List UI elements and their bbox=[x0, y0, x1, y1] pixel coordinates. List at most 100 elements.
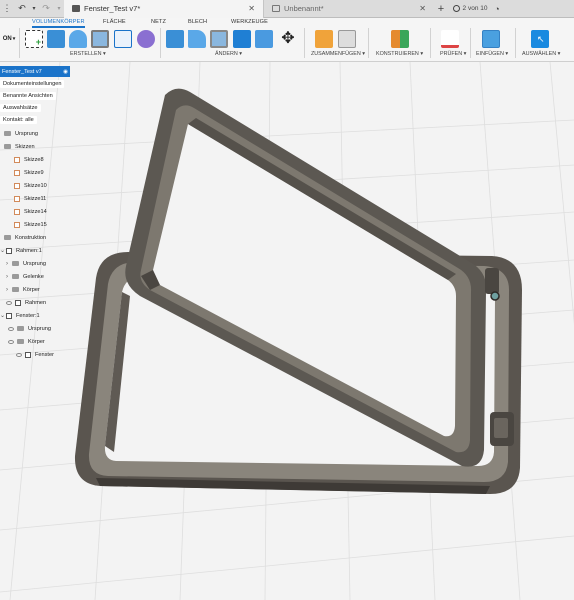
eye-icon[interactable] bbox=[8, 339, 14, 344]
tab-flaeche[interactable]: FLÄCHE bbox=[103, 19, 126, 25]
component-icon bbox=[6, 312, 12, 319]
folder-icon bbox=[17, 326, 24, 331]
browser-item-label: Rahmen bbox=[25, 299, 47, 306]
menu-icon[interactable]: ⋮ bbox=[0, 0, 14, 18]
browser-item-window-body[interactable]: Fenster bbox=[0, 349, 54, 360]
pattern-icon[interactable] bbox=[114, 30, 132, 48]
browser-item-frame-origin[interactable]: › Ursprung bbox=[0, 258, 46, 269]
browser-item-construction[interactable]: Konstruktion bbox=[0, 232, 46, 243]
browser-item-label: Körper bbox=[28, 338, 45, 345]
browser-item-label: Skizze15 bbox=[24, 221, 47, 228]
document-icon bbox=[72, 5, 80, 12]
document-count[interactable]: 2 von 10 bbox=[448, 0, 492, 18]
folder-icon bbox=[12, 274, 19, 279]
browser-item-label: Fenster:1 bbox=[16, 312, 40, 319]
group-inspect[interactable]: PRÜFEN ▾ bbox=[440, 51, 466, 57]
sketch-icon bbox=[14, 156, 20, 163]
folder-icon bbox=[12, 287, 19, 292]
fillet-icon[interactable] bbox=[188, 30, 206, 48]
tab-werkzeuge[interactable]: WERKZEUGE bbox=[231, 19, 268, 25]
press-pull-icon[interactable] bbox=[166, 30, 184, 48]
toolbar-ribbon: ON ▾ VOLUMENKÖRPER FLÄCHE NETZ BLECH WERK… bbox=[0, 18, 574, 62]
select-icon[interactable]: ↖ bbox=[531, 30, 549, 48]
workspace-switcher[interactable]: ON ▾ bbox=[0, 28, 18, 50]
tab-unbenannt[interactable]: Unbenannt* ✕ bbox=[264, 0, 434, 18]
notification-icon[interactable]: ◔ bbox=[492, 0, 502, 18]
eye-icon[interactable] bbox=[16, 352, 22, 357]
browser-item-contact[interactable]: Kontakt: alle bbox=[0, 115, 37, 124]
browser-item-window-bodies[interactable]: Körper bbox=[0, 336, 45, 347]
tab-label: Fenster_Test v7* bbox=[84, 4, 141, 13]
browser-item-selection-sets[interactable]: Auswahlsätze bbox=[0, 103, 41, 112]
extrude-icon[interactable] bbox=[47, 30, 65, 48]
browser-item-named-views[interactable]: Benannte Ansichten bbox=[0, 91, 56, 100]
move-icon[interactable]: ✥ bbox=[279, 30, 297, 48]
browser-item-window-origin[interactable]: Ursprung bbox=[0, 323, 51, 334]
clock-icon bbox=[452, 5, 460, 12]
browser-root[interactable]: Fenster_Test v7 ◉ bbox=[0, 66, 70, 77]
radio-icon[interactable]: ◉ bbox=[63, 69, 68, 75]
chevron-down-icon: ▾ bbox=[12, 36, 16, 42]
tab-volumenkoerper[interactable]: VOLUMENKÖRPER bbox=[32, 19, 85, 28]
sketch-icon bbox=[14, 182, 20, 189]
sketch-icon bbox=[14, 169, 20, 176]
browser-item-frame-component[interactable]: ⌄ Rahmen:1 bbox=[0, 245, 42, 256]
tab-label: Unbenannt* bbox=[284, 4, 324, 13]
browser-item-sketch10[interactable]: Skizze10 bbox=[0, 180, 47, 191]
browser-item-origin[interactable]: Ursprung bbox=[0, 128, 38, 139]
hinge-bottom[interactable] bbox=[490, 412, 514, 446]
create-sketch-icon[interactable]: + bbox=[25, 30, 43, 48]
browser-item-joints[interactable]: › Gelenke bbox=[0, 271, 44, 282]
browser-item-sketch14[interactable]: Skizze14 bbox=[0, 206, 47, 217]
undo-icon[interactable]: ↶ bbox=[14, 0, 30, 18]
browser-item-document-settings[interactable]: Dokumenteinstellungen bbox=[0, 79, 65, 88]
browser-item-label: Skizzen bbox=[15, 143, 35, 150]
close-icon[interactable]: ✕ bbox=[248, 4, 255, 13]
component-icon bbox=[6, 247, 12, 254]
browser-item-sketch9[interactable]: Skizze9 bbox=[0, 167, 44, 178]
browser-item-label: Skizze8 bbox=[24, 156, 44, 163]
browser-item-sketch8[interactable]: Skizze8 bbox=[0, 154, 44, 165]
form-icon[interactable] bbox=[137, 30, 155, 48]
eye-icon[interactable] bbox=[8, 326, 14, 331]
revolve-icon[interactable] bbox=[69, 30, 87, 48]
tab-blech[interactable]: BLECH bbox=[188, 19, 207, 25]
tab-fenster-test[interactable]: Fenster_Test v7* ✕ bbox=[64, 0, 264, 18]
new-component-icon[interactable] bbox=[315, 30, 333, 48]
insert-image-icon[interactable] bbox=[482, 30, 500, 48]
sketch-icon bbox=[14, 208, 20, 215]
eye-icon[interactable] bbox=[6, 300, 12, 305]
redo-icon[interactable]: ↷ bbox=[38, 0, 54, 18]
group-create[interactable]: ERSTELLEN ▾ bbox=[70, 51, 106, 57]
group-insert[interactable]: EINFÜGEN ▾ bbox=[476, 51, 508, 57]
group-select[interactable]: AUSWÄHLEN ▾ bbox=[522, 51, 560, 57]
measure-icon[interactable] bbox=[441, 30, 459, 48]
browser-item-sketches[interactable]: Skizzen bbox=[0, 141, 35, 152]
browser-item-label: Gelenke bbox=[23, 273, 44, 280]
combine-icon[interactable] bbox=[233, 30, 251, 48]
browser-item-sketch11[interactable]: Skizze11 bbox=[0, 193, 46, 204]
browser-item-window-component[interactable]: ⌄ Fenster:1 bbox=[0, 310, 40, 321]
folder-icon bbox=[4, 235, 11, 240]
tab-netz[interactable]: NETZ bbox=[151, 19, 166, 25]
new-tab-icon[interactable]: + bbox=[434, 0, 448, 18]
split-icon[interactable] bbox=[255, 30, 273, 48]
hole-icon[interactable] bbox=[91, 30, 109, 48]
close-icon[interactable]: ✕ bbox=[419, 4, 426, 13]
group-assemble[interactable]: ZUSAMMENFÜGEN ▾ bbox=[311, 51, 365, 57]
joint-icon[interactable] bbox=[338, 30, 356, 48]
group-modify[interactable]: ÄNDERN ▾ bbox=[215, 51, 242, 57]
sketch-icon bbox=[14, 195, 20, 202]
redo-dropdown-icon[interactable]: ▾ bbox=[54, 0, 64, 18]
shell-icon[interactable] bbox=[210, 30, 228, 48]
browser-item-frame-body[interactable]: Rahmen bbox=[0, 297, 46, 308]
browser-item-label: Körper bbox=[23, 286, 40, 293]
group-construct[interactable]: KONSTRUIEREN ▾ bbox=[376, 51, 423, 57]
title-tab-bar: ⋮ ↶ ▾ ↷ ▾ Fenster_Test v7* ✕ Unbenannt* … bbox=[0, 0, 574, 18]
document-icon bbox=[272, 5, 280, 12]
undo-dropdown-icon[interactable]: ▾ bbox=[30, 0, 38, 18]
folder-icon bbox=[4, 131, 11, 136]
browser-item-frame-bodies[interactable]: › Körper bbox=[0, 284, 40, 295]
browser-item-sketch15[interactable]: Skizze15 bbox=[0, 219, 47, 230]
offset-plane-icon[interactable] bbox=[391, 30, 409, 48]
